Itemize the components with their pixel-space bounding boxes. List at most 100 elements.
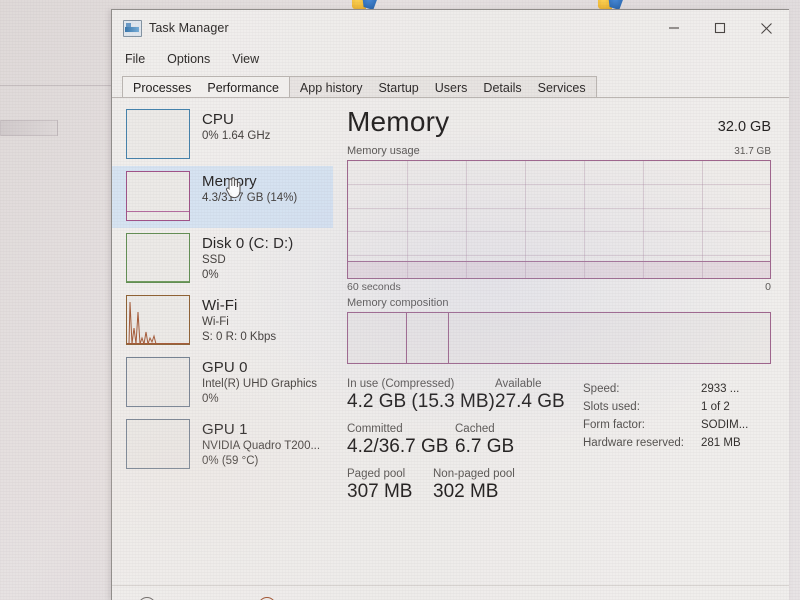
memory-details-list: Speed: 2933 ... Slots used: 1 of 2 Form … — [579, 378, 771, 513]
tab-processes[interactable]: Processes — [125, 78, 199, 98]
memory-stats-left: In use (Compressed) Available 4.2 GB (15… — [347, 378, 579, 513]
tab-details[interactable]: Details — [475, 78, 529, 98]
composition-segment-standby — [449, 313, 770, 363]
composition-segment-modified — [407, 313, 450, 363]
sidebar-item-memory-title: Memory — [202, 173, 257, 190]
sidebar-item-gpu0-title: GPU 0 — [202, 359, 248, 376]
window-controls — [651, 10, 789, 46]
stat-label-committed: Committed — [347, 423, 403, 435]
gpu1-thumbnail-graph — [126, 419, 190, 469]
composition-segment-in-use — [348, 313, 408, 363]
sidebar-item-gpu0-sub1: Intel(R) UHD Graphics — [202, 378, 318, 390]
detail-value-hardware-reserved: 281 MB — [701, 437, 741, 449]
detail-value-speed: 2933 ... — [701, 383, 740, 395]
detail-row-slots-used: Slots used: 1 of 2 — [583, 398, 771, 416]
usage-line — [348, 260, 770, 262]
tab-startup[interactable]: Startup — [370, 78, 426, 98]
disk-thumbnail-graph — [126, 233, 190, 283]
detail-key-slots-used: Slots used: — [583, 401, 640, 413]
stat-value-committed: 4.2/36.7 GB — [347, 436, 449, 457]
usage-axis-max: 31.7 GB — [734, 146, 771, 157]
stat-block-pools: Paged pool Non-paged pool 307 MB 302 MB — [347, 468, 579, 504]
sidebar-item-wifi[interactable]: Wi-Fi Wi-Fi S: 0 R: 0 Kbps — [112, 290, 333, 352]
memory-thumbnail-graph — [126, 171, 190, 221]
detail-key-hardware-reserved: Hardware reserved: — [583, 437, 684, 449]
task-manager-window: Task Manager File Options View Processes… — [111, 9, 789, 600]
maximize-button[interactable] — [697, 10, 743, 46]
memory-composition-label: Memory composition — [347, 297, 449, 309]
total-memory-value: 32.0 GB — [717, 119, 771, 135]
axis-left-label: 60 seconds — [347, 281, 401, 293]
detail-row-form-factor: Form factor: SODIM... — [583, 416, 771, 434]
stat-value-non-paged-pool: 302 MB — [433, 481, 499, 502]
cpu-thumbnail-graph — [126, 109, 190, 159]
menu-bar: File Options View — [112, 46, 789, 71]
wifi-thumbnail-graph — [126, 295, 190, 345]
stat-value-paged-pool: 307 MB — [347, 481, 413, 502]
task-manager-icon — [123, 19, 142, 37]
sidebar-item-disk0-title: Disk 0 (C: D:) — [202, 235, 294, 252]
sidebar-item-gpu1-sub2: 0% (59 °C) — [202, 455, 259, 467]
sidebar-item-gpu1[interactable]: GPU 1 NVIDIA Quadro T200... 0% (59 °C) — [112, 414, 333, 476]
tab-users[interactable]: Users — [427, 78, 476, 98]
stat-label-in-use: In use (Compressed) — [347, 378, 455, 390]
gpu0-thumbnail-graph — [126, 357, 190, 407]
page-title: Memory — [347, 106, 450, 137]
sidebar-item-wifi-sub1: Wi-Fi — [202, 316, 229, 328]
detail-key-speed: Speed: — [583, 383, 620, 395]
menu-item-options[interactable]: Options — [165, 51, 212, 67]
stat-value-in-use: 4.2 GB (15.3 MB) — [347, 391, 495, 412]
stat-value-cached: 6.7 GB — [455, 436, 515, 457]
close-button[interactable] — [743, 10, 789, 46]
desktop-placeholder-rect — [0, 120, 58, 136]
content-area: CPU 0% 1.64 GHz Memory 4.3/31.7 GB (14%)… — [112, 97, 789, 585]
memory-detail-panel: Memory 32.0 GB Memory usage 31.7 GB 60 s… — [333, 98, 789, 585]
sidebar-item-disk0-sub1: SSD — [202, 254, 226, 266]
panel-header: Memory 32.0 GB — [347, 106, 771, 138]
sidebar-item-disk0-sub2: 0% — [202, 269, 219, 281]
composition-label-row: Memory composition — [347, 297, 771, 309]
window-title: Task Manager — [149, 21, 229, 35]
stat-label-cached: Cached — [455, 423, 495, 435]
tab-services[interactable]: Services — [530, 78, 594, 98]
stat-value-available: 27.4 GB — [495, 391, 565, 412]
memory-stats: In use (Compressed) Available 4.2 GB (15… — [347, 378, 771, 513]
sidebar-item-gpu1-sub1: NVIDIA Quadro T200... — [202, 440, 321, 452]
sidebar-item-gpu0-sub2: 0% — [202, 393, 219, 405]
tab-group-active: Processes Performance — [122, 76, 290, 97]
tab-app-history[interactable]: App history — [292, 78, 371, 98]
screen-photo: Task Manager File Options View Processes… — [0, 0, 800, 600]
resource-sidebar: CPU 0% 1.64 GHz Memory 4.3/31.7 GB (14%)… — [112, 98, 333, 585]
memory-usage-label: Memory usage — [347, 145, 420, 157]
sidebar-item-gpu1-title: GPU 1 — [202, 421, 248, 438]
sidebar-item-gpu0[interactable]: GPU 0 Intel(R) UHD Graphics 0% — [112, 352, 333, 414]
sidebar-item-cpu[interactable]: CPU 0% 1.64 GHz — [112, 104, 333, 166]
stat-block-inuse-available: In use (Compressed) Available 4.2 GB (15… — [347, 378, 579, 414]
memory-composition-bar[interactable] — [347, 312, 771, 364]
tab-group-rest: App history Startup Users Details Servic… — [288, 76, 597, 98]
menu-item-view[interactable]: View — [230, 51, 261, 67]
detail-value-slots-used: 1 of 2 — [701, 401, 730, 413]
sidebar-item-cpu-title: CPU — [202, 111, 234, 128]
sidebar-item-memory-sub1: 4.3/31.7 GB (14%) — [202, 192, 298, 204]
tab-performance[interactable]: Performance — [199, 78, 287, 98]
detail-value-form-factor: SODIM... — [701, 419, 749, 431]
title-bar[interactable]: Task Manager — [112, 10, 789, 46]
status-bar: Fewer details Open Resource Monitor — [112, 585, 789, 600]
sidebar-item-disk0[interactable]: Disk 0 (C: D:) SSD 0% — [112, 228, 333, 290]
sidebar-item-wifi-sub2: S: 0 R: 0 Kbps — [202, 331, 277, 343]
stat-label-paged-pool: Paged pool — [347, 468, 406, 480]
memory-usage-graph — [347, 160, 771, 279]
tab-strip: Processes Performance App history Startu… — [122, 74, 789, 97]
axis-right-label: 0 — [765, 281, 771, 293]
sidebar-item-memory[interactable]: Memory 4.3/31.7 GB (14%) — [112, 166, 333, 228]
minimize-button[interactable] — [651, 10, 697, 46]
menu-item-file[interactable]: File — [123, 51, 147, 67]
sidebar-item-wifi-title: Wi-Fi — [202, 297, 238, 314]
stat-label-non-paged-pool: Non-paged pool — [433, 468, 515, 480]
usage-axis-row: 60 seconds 0 — [347, 281, 771, 293]
usage-graph-labels: Memory usage 31.7 GB — [347, 145, 771, 157]
detail-row-speed: Speed: 2933 ... — [583, 380, 771, 398]
stat-block-committed-cached: Committed Cached 4.2/36.7 GB 6.7 GB — [347, 423, 579, 459]
stat-label-available: Available — [495, 378, 542, 390]
